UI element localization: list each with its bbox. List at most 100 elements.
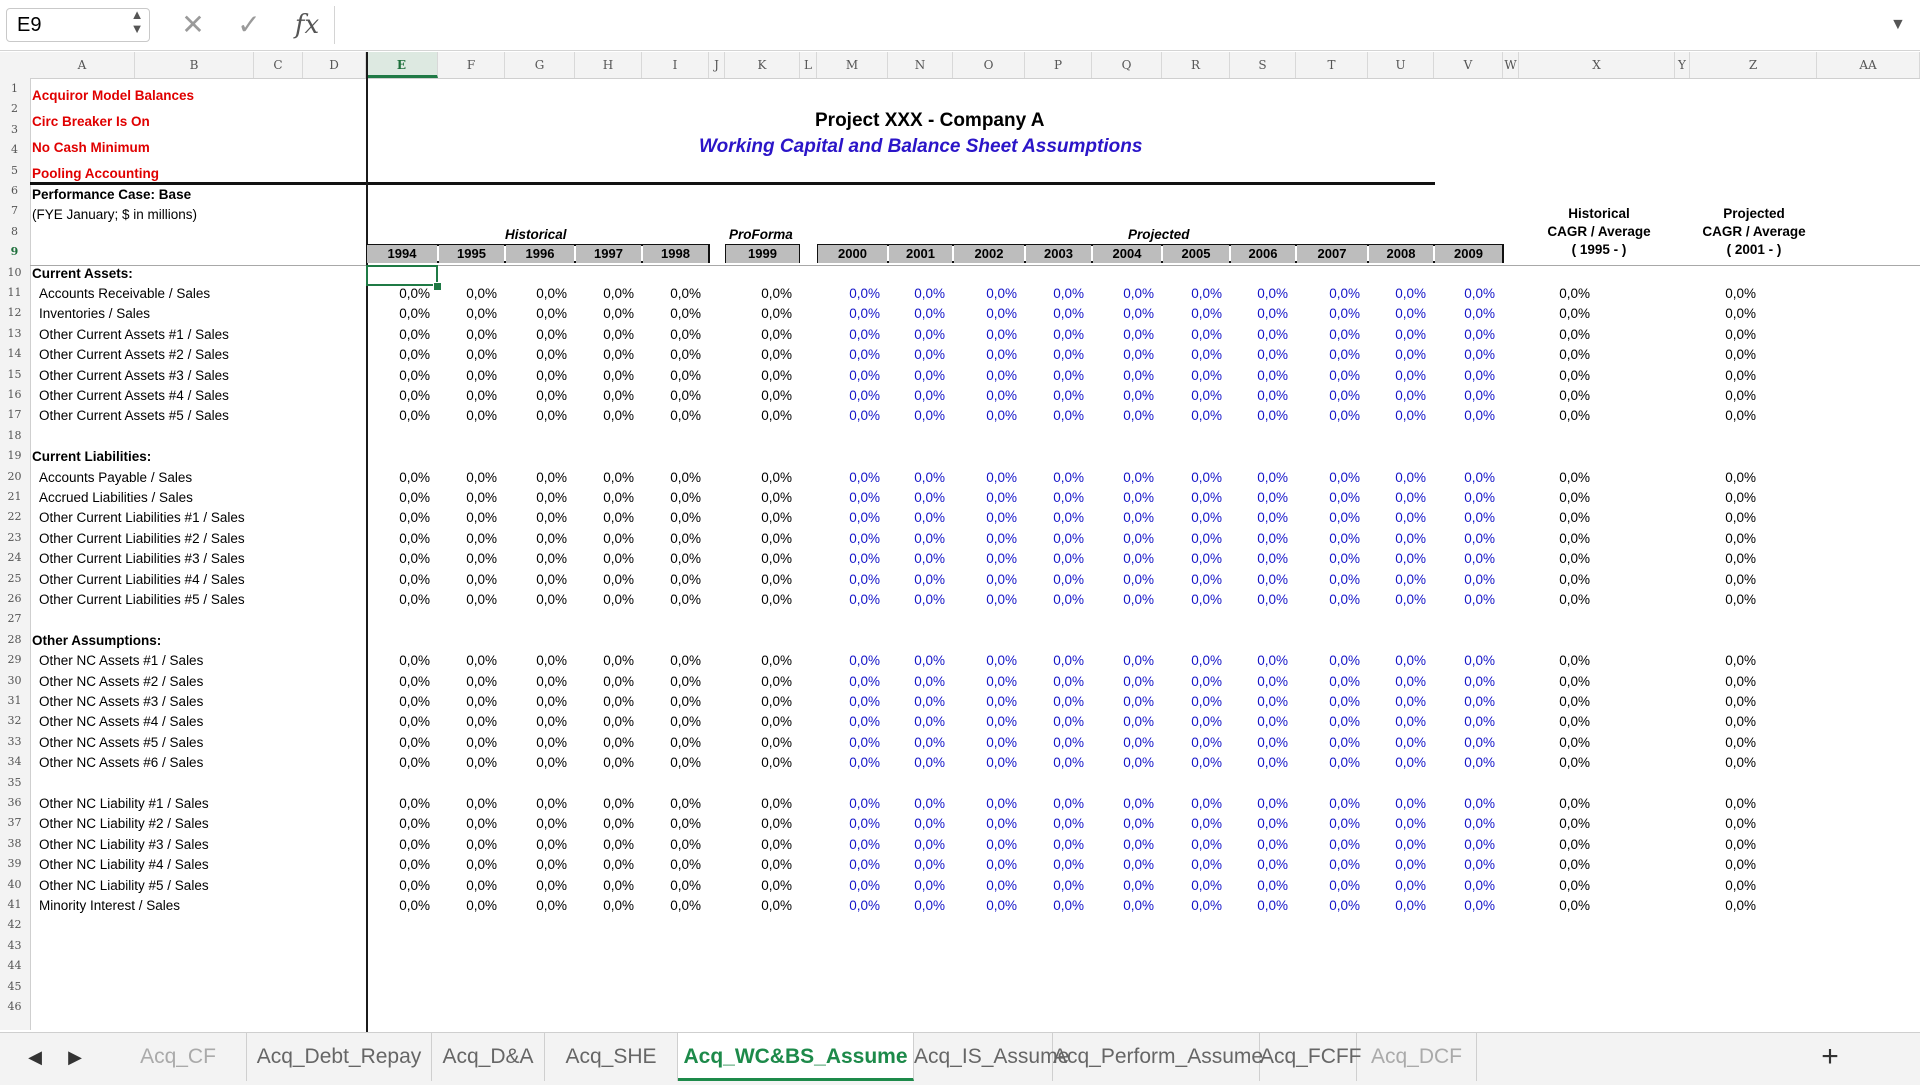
value-cell-u[interactable]: 0,0%: [1372, 306, 1426, 321]
value-cell-o[interactable]: 0,0%: [963, 388, 1017, 403]
value-cell-e[interactable]: 0,0%: [376, 878, 430, 893]
value-cell-e[interactable]: 0,0%: [376, 572, 430, 587]
value-cell-f[interactable]: 0,0%: [443, 470, 497, 485]
value-cell-g[interactable]: 0,0%: [513, 755, 567, 770]
value-cell-o[interactable]: 0,0%: [963, 816, 1017, 831]
value-cell-g[interactable]: 0,0%: [513, 857, 567, 872]
cagr-cell-z[interactable]: 0,0%: [1702, 286, 1756, 301]
row-header-20[interactable]: 20: [0, 470, 29, 483]
value-cell-i[interactable]: 0,0%: [647, 286, 701, 301]
column-header-k[interactable]: K: [725, 52, 800, 78]
cagr-cell-x[interactable]: 0,0%: [1536, 674, 1590, 689]
value-cell-s[interactable]: 0,0%: [1234, 898, 1288, 913]
value-cell-m[interactable]: 0,0%: [826, 694, 880, 709]
value-cell-f[interactable]: 0,0%: [443, 306, 497, 321]
sheet-tab[interactable]: Acq_FCFF: [1260, 1033, 1362, 1081]
value-cell-q[interactable]: 0,0%: [1100, 653, 1154, 668]
value-cell-h[interactable]: 0,0%: [580, 368, 634, 383]
cagr-cell-z[interactable]: 0,0%: [1702, 388, 1756, 403]
cagr-cell-x[interactable]: 0,0%: [1536, 816, 1590, 831]
value-cell-f[interactable]: 0,0%: [443, 327, 497, 342]
value-cell-i[interactable]: 0,0%: [647, 470, 701, 485]
value-cell-o[interactable]: 0,0%: [963, 714, 1017, 729]
value-cell-p[interactable]: 0,0%: [1030, 592, 1084, 607]
value-cell-h[interactable]: 0,0%: [580, 490, 634, 505]
value-cell-h[interactable]: 0,0%: [580, 286, 634, 301]
value-cell-r[interactable]: 0,0%: [1168, 796, 1222, 811]
value-cell-s[interactable]: 0,0%: [1234, 694, 1288, 709]
value-cell-i[interactable]: 0,0%: [647, 837, 701, 852]
value-cell-u[interactable]: 0,0%: [1372, 592, 1426, 607]
value-cell-o[interactable]: 0,0%: [963, 878, 1017, 893]
value-cell-n[interactable]: 0,0%: [891, 837, 945, 852]
cagr-cell-z[interactable]: 0,0%: [1702, 898, 1756, 913]
row-header-45[interactable]: 45: [0, 980, 29, 993]
value-cell-h[interactable]: 0,0%: [580, 327, 634, 342]
value-cell-r[interactable]: 0,0%: [1168, 470, 1222, 485]
value-cell-n[interactable]: 0,0%: [891, 694, 945, 709]
value-cell-p[interactable]: 0,0%: [1030, 898, 1084, 913]
value-cell-q[interactable]: 0,0%: [1100, 837, 1154, 852]
value-cell-h[interactable]: 0,0%: [580, 796, 634, 811]
row-header-11[interactable]: 11: [0, 286, 29, 299]
column-header-l[interactable]: L: [800, 52, 817, 78]
value-cell-s[interactable]: 0,0%: [1234, 796, 1288, 811]
value-cell-n[interactable]: 0,0%: [891, 531, 945, 546]
value-cell-g[interactable]: 0,0%: [513, 694, 567, 709]
cagr-cell-x[interactable]: 0,0%: [1536, 347, 1590, 362]
value-cell-s[interactable]: 0,0%: [1234, 347, 1288, 362]
value-cell-n[interactable]: 0,0%: [891, 368, 945, 383]
row-header-3[interactable]: 3: [0, 123, 29, 136]
sheet-tab[interactable]: Acq_IS_Assume: [914, 1033, 1069, 1081]
value-cell-f[interactable]: 0,0%: [443, 694, 497, 709]
value-cell-n[interactable]: 0,0%: [891, 653, 945, 668]
row-header-24[interactable]: 24: [0, 551, 29, 564]
value-cell-r[interactable]: 0,0%: [1168, 735, 1222, 750]
row-header-40[interactable]: 40: [0, 878, 29, 891]
value-cell-p[interactable]: 0,0%: [1030, 551, 1084, 566]
cagr-cell-z[interactable]: 0,0%: [1702, 572, 1756, 587]
column-header-j[interactable]: J: [709, 52, 725, 78]
value-cell-u[interactable]: 0,0%: [1372, 898, 1426, 913]
value-cell-p[interactable]: 0,0%: [1030, 490, 1084, 505]
value-cell-q[interactable]: 0,0%: [1100, 816, 1154, 831]
value-cell-f[interactable]: 0,0%: [443, 510, 497, 525]
row-header-18[interactable]: 18: [0, 429, 29, 442]
value-cell-v[interactable]: 0,0%: [1441, 857, 1495, 872]
value-cell-g[interactable]: 0,0%: [513, 368, 567, 383]
value-cell-s[interactable]: 0,0%: [1234, 755, 1288, 770]
value-cell-v[interactable]: 0,0%: [1441, 674, 1495, 689]
value-cell-r[interactable]: 0,0%: [1168, 551, 1222, 566]
row-header-4[interactable]: 4: [0, 143, 29, 156]
value-cell-h[interactable]: 0,0%: [580, 755, 634, 770]
value-cell-r[interactable]: 0,0%: [1168, 531, 1222, 546]
value-cell-t[interactable]: 0,0%: [1306, 796, 1360, 811]
value-cell-p[interactable]: 0,0%: [1030, 510, 1084, 525]
value-cell-v[interactable]: 0,0%: [1441, 755, 1495, 770]
value-cell-f[interactable]: 0,0%: [443, 592, 497, 607]
value-cell-t[interactable]: 0,0%: [1306, 408, 1360, 423]
row-header-35[interactable]: 35: [0, 776, 29, 789]
column-header-h[interactable]: H: [575, 52, 642, 78]
value-cell-t[interactable]: 0,0%: [1306, 388, 1360, 403]
value-cell-v[interactable]: 0,0%: [1441, 510, 1495, 525]
value-cell-s[interactable]: 0,0%: [1234, 306, 1288, 321]
row-header-13[interactable]: 13: [0, 327, 29, 340]
value-cell-t[interactable]: 0,0%: [1306, 653, 1360, 668]
row-header-31[interactable]: 31: [0, 694, 29, 707]
value-cell-t[interactable]: 0,0%: [1306, 531, 1360, 546]
value-cell-g[interactable]: 0,0%: [513, 286, 567, 301]
value-cell-g[interactable]: 0,0%: [513, 531, 567, 546]
value-cell-e[interactable]: 0,0%: [376, 796, 430, 811]
value-cell-i[interactable]: 0,0%: [647, 327, 701, 342]
value-cell-s[interactable]: 0,0%: [1234, 510, 1288, 525]
value-cell-p[interactable]: 0,0%: [1030, 796, 1084, 811]
value-cell-h[interactable]: 0,0%: [580, 470, 634, 485]
sheet-tab[interactable]: Acq_Perform_Assume: [1053, 1033, 1263, 1081]
value-cell-p[interactable]: 0,0%: [1030, 837, 1084, 852]
value-cell-i[interactable]: 0,0%: [647, 816, 701, 831]
value-cell-h[interactable]: 0,0%: [580, 674, 634, 689]
cagr-cell-x[interactable]: 0,0%: [1536, 857, 1590, 872]
row-header-38[interactable]: 38: [0, 837, 29, 850]
value-cell-f[interactable]: 0,0%: [443, 878, 497, 893]
